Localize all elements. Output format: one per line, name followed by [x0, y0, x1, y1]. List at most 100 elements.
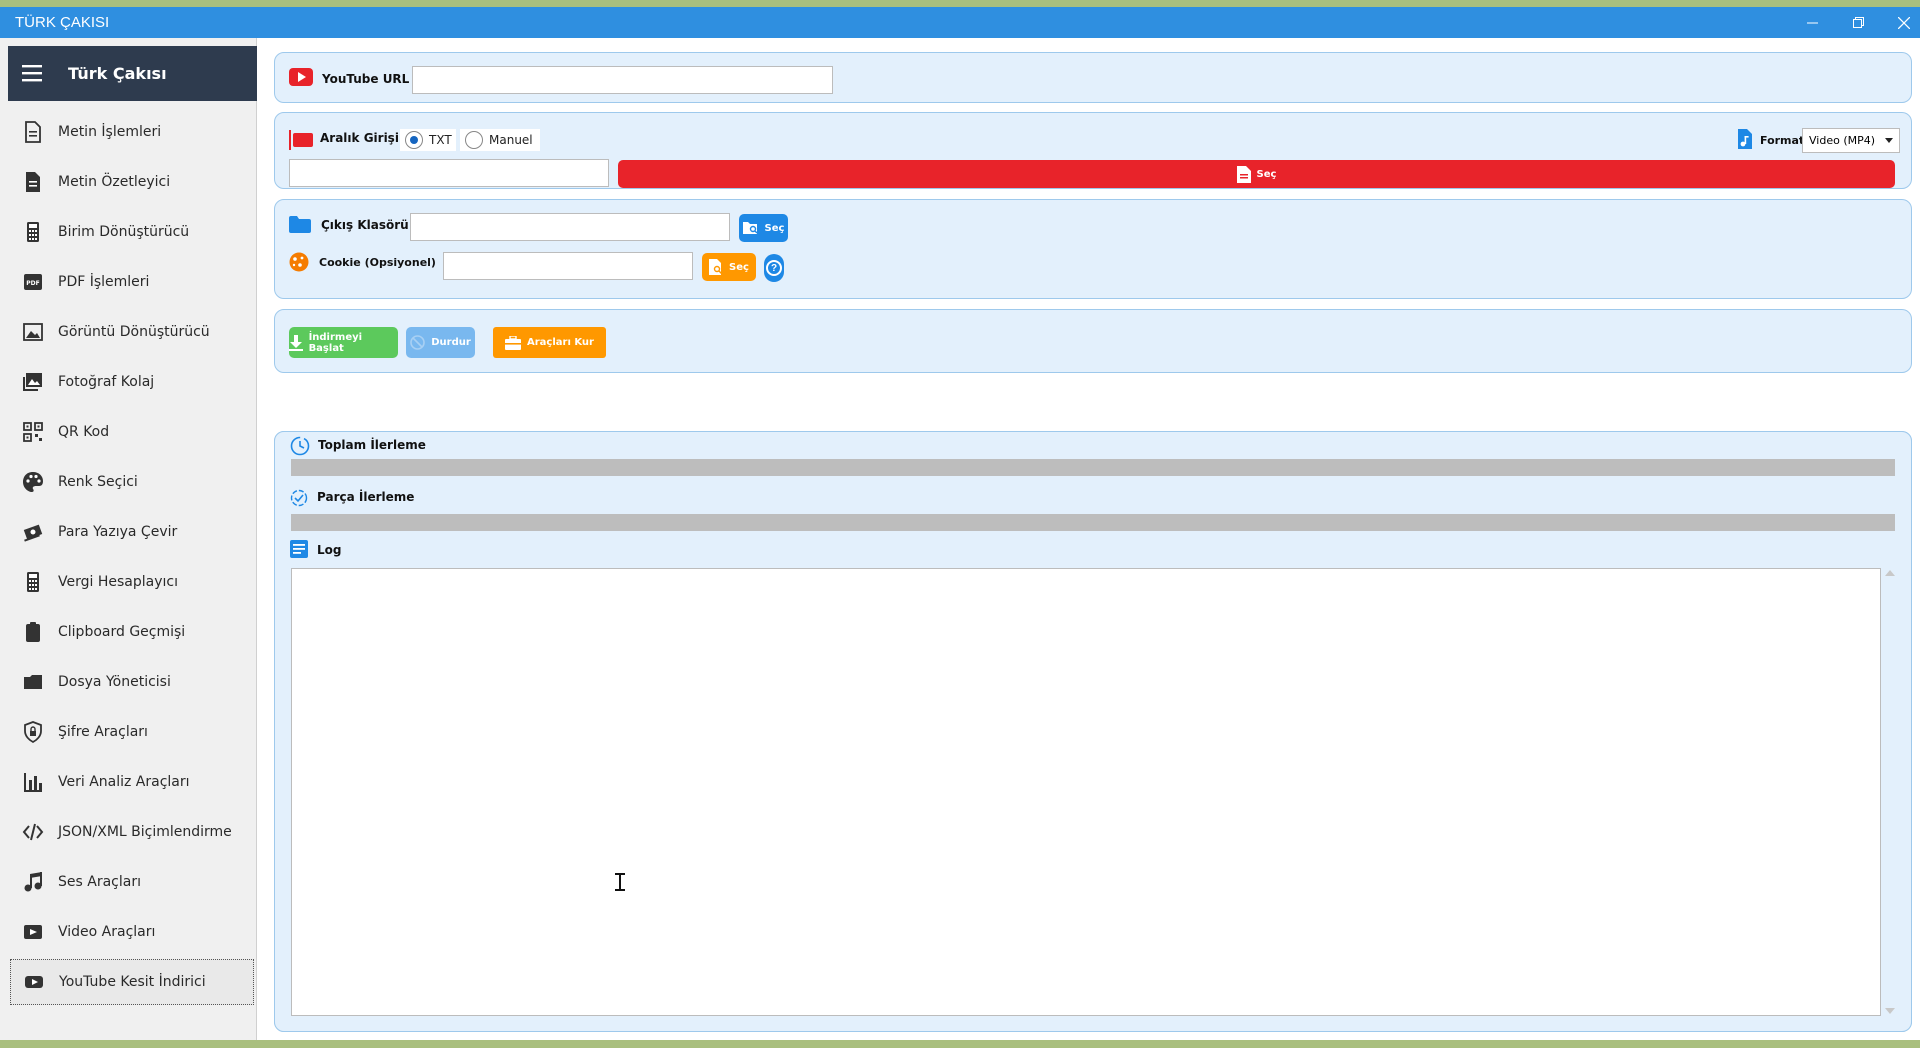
- sidebar-item-label: Fotoğraf Kolaj: [58, 374, 155, 390]
- range-input[interactable]: [289, 159, 609, 187]
- sidebar: Türk Çakısı Metin İşlemleri Metin Özetley…: [0, 38, 257, 1040]
- pdf-icon: PDF: [22, 271, 44, 293]
- sidebar-item-1[interactable]: Metin Özetleyici: [10, 159, 254, 205]
- stop-button[interactable]: Durdur: [406, 327, 475, 358]
- total-progress-label: Toplam İlerleme: [318, 438, 426, 452]
- close-icon: [1898, 16, 1910, 29]
- sidebar-item-label: Şifre Araçları: [58, 724, 148, 740]
- sidebar-item-label: Renk Seçici: [58, 474, 138, 490]
- range-panel: Aralık Girişi TXT Manuel Format: Video (…: [274, 112, 1912, 189]
- progress-log-panel: Toplam İlerleme Parça İlerleme Log: [274, 431, 1912, 1032]
- help-icon: ?: [766, 260, 782, 276]
- sidebar-item-11[interactable]: Dosya Yöneticisi: [10, 659, 254, 705]
- sidebar-item-label: Veri Analiz Araçları: [58, 774, 190, 790]
- output-folder-select-button[interactable]: Seç: [739, 214, 788, 242]
- cookie-input[interactable]: [443, 252, 693, 280]
- format-select-value: Video (MP4): [1809, 134, 1876, 147]
- sidebar-item-0[interactable]: Metin İşlemleri: [10, 109, 254, 155]
- cookie-select-button[interactable]: Seç: [702, 253, 756, 281]
- radio-txt-label: TXT: [429, 133, 452, 147]
- sidebar-item-12[interactable]: Şifre Araçları: [10, 709, 254, 755]
- svg-text:PDF: PDF: [26, 280, 39, 287]
- sidebar-item-5[interactable]: Fotoğraf Kolaj: [10, 359, 254, 405]
- music-note-icon: [22, 871, 44, 893]
- sidebar-item-label: Para Yazıya Çevir: [58, 524, 178, 540]
- range-label: Aralık Girişi: [320, 131, 399, 145]
- youtube-url-input[interactable]: [412, 66, 833, 94]
- scroll-down-icon[interactable]: [1885, 1008, 1895, 1014]
- cookie-help-button[interactable]: ?: [764, 254, 784, 282]
- image-icon: [22, 321, 44, 343]
- youtube-icon: [289, 68, 313, 86]
- sidebar-item-label: PDF İşlemleri: [58, 274, 150, 290]
- minimize-button[interactable]: [1790, 7, 1834, 38]
- sidebar-item-label: JSON/XML Biçimlendirme: [58, 824, 232, 840]
- sidebar-item-3[interactable]: PDF PDF İşlemleri: [10, 259, 254, 305]
- code-icon: [22, 821, 44, 843]
- output-folder-input[interactable]: [410, 213, 730, 241]
- log-icon: [290, 540, 308, 558]
- sidebar-item-9[interactable]: Vergi Hesaplayıcı: [10, 559, 254, 605]
- format-select[interactable]: Video (MP4): [1802, 128, 1900, 153]
- output-folder-label: Çıkış Klasörü: [321, 218, 409, 232]
- qr-code-icon: [22, 421, 44, 443]
- folder-icon: [22, 671, 44, 693]
- range-select-button[interactable]: Seç: [618, 160, 1895, 188]
- download-icon: [289, 334, 303, 351]
- document-lines-icon: [22, 171, 44, 193]
- clipboard-icon: [22, 621, 44, 643]
- install-tools-button[interactable]: Araçları Kur: [493, 327, 606, 358]
- output-folder-select-label: Seç: [764, 222, 785, 234]
- calculator-icon: [22, 221, 44, 243]
- youtube-url-label: YouTube URL: [322, 72, 410, 86]
- sidebar-item-17[interactable]: YouTube Kesit İndirici: [10, 959, 254, 1005]
- actions-panel: İndirmeyi Başlat Durdur Araçları Kur: [274, 309, 1912, 373]
- log-scrollbar[interactable]: [1883, 568, 1897, 1016]
- restore-button[interactable]: [1836, 7, 1880, 38]
- bar-chart-icon: [22, 771, 44, 793]
- text-cursor-icon: [615, 873, 625, 891]
- log-textarea[interactable]: [291, 568, 1881, 1016]
- sidebar-item-4[interactable]: Görüntü Dönüştürücü: [10, 309, 254, 355]
- install-tools-label: Araçları Kur: [527, 337, 594, 348]
- sidebar-item-label: Vergi Hesaplayıcı: [58, 574, 178, 590]
- window-title: TÜRK ÇAKISI: [15, 14, 110, 31]
- photo-icon: [22, 371, 44, 393]
- sidebar-item-2[interactable]: Birim Dönüştürücü: [10, 209, 254, 255]
- stop-icon: [410, 335, 426, 350]
- sidebar-item-label: Ses Araçları: [58, 874, 141, 890]
- document-icon: [22, 121, 44, 143]
- shield-lock-icon: [22, 721, 44, 743]
- scroll-up-icon[interactable]: [1885, 570, 1895, 576]
- title-bar: TÜRK ÇAKISI: [0, 7, 1920, 38]
- file-search-icon: [709, 259, 723, 275]
- sidebar-item-14[interactable]: JSON/XML Biçimlendirme: [10, 809, 254, 855]
- video-icon: [22, 921, 44, 943]
- cookie-label: Cookie (Opsiyonel): [319, 256, 436, 269]
- log-label: Log: [317, 543, 342, 557]
- start-download-button[interactable]: İndirmeyi Başlat: [289, 327, 398, 358]
- sidebar-item-10[interactable]: Clipboard Geçmişi: [10, 609, 254, 655]
- sidebar-item-6[interactable]: QR Kod: [10, 409, 254, 455]
- sidebar-item-16[interactable]: Video Araçları: [10, 909, 254, 955]
- radio-manuel[interactable]: [465, 131, 483, 149]
- cookie-select-label: Seç: [729, 261, 749, 273]
- sidebar-item-label: QR Kod: [58, 424, 110, 440]
- part-progress-label: Parça İlerleme: [317, 490, 415, 504]
- palette-icon: [22, 471, 44, 493]
- close-button[interactable]: [1882, 7, 1920, 38]
- sidebar-item-8[interactable]: Para Yazıya Çevir: [10, 509, 254, 555]
- chevron-down-icon: [1885, 138, 1893, 143]
- hamburger-menu-icon[interactable]: [22, 64, 42, 82]
- calculator-icon: [22, 571, 44, 593]
- sidebar-item-13[interactable]: Veri Analiz Araçları: [10, 759, 254, 805]
- money-icon: [22, 521, 44, 543]
- radio-txt[interactable]: [405, 131, 423, 149]
- youtube-icon: [23, 971, 45, 993]
- start-download-label: İndirmeyi Başlat: [308, 331, 363, 354]
- sidebar-item-15[interactable]: Ses Araçları: [10, 859, 254, 905]
- range-icon: [289, 130, 313, 150]
- file-icon: [1236, 165, 1251, 183]
- toolbox-icon: [505, 335, 521, 350]
- sidebar-item-7[interactable]: Renk Seçici: [10, 459, 254, 505]
